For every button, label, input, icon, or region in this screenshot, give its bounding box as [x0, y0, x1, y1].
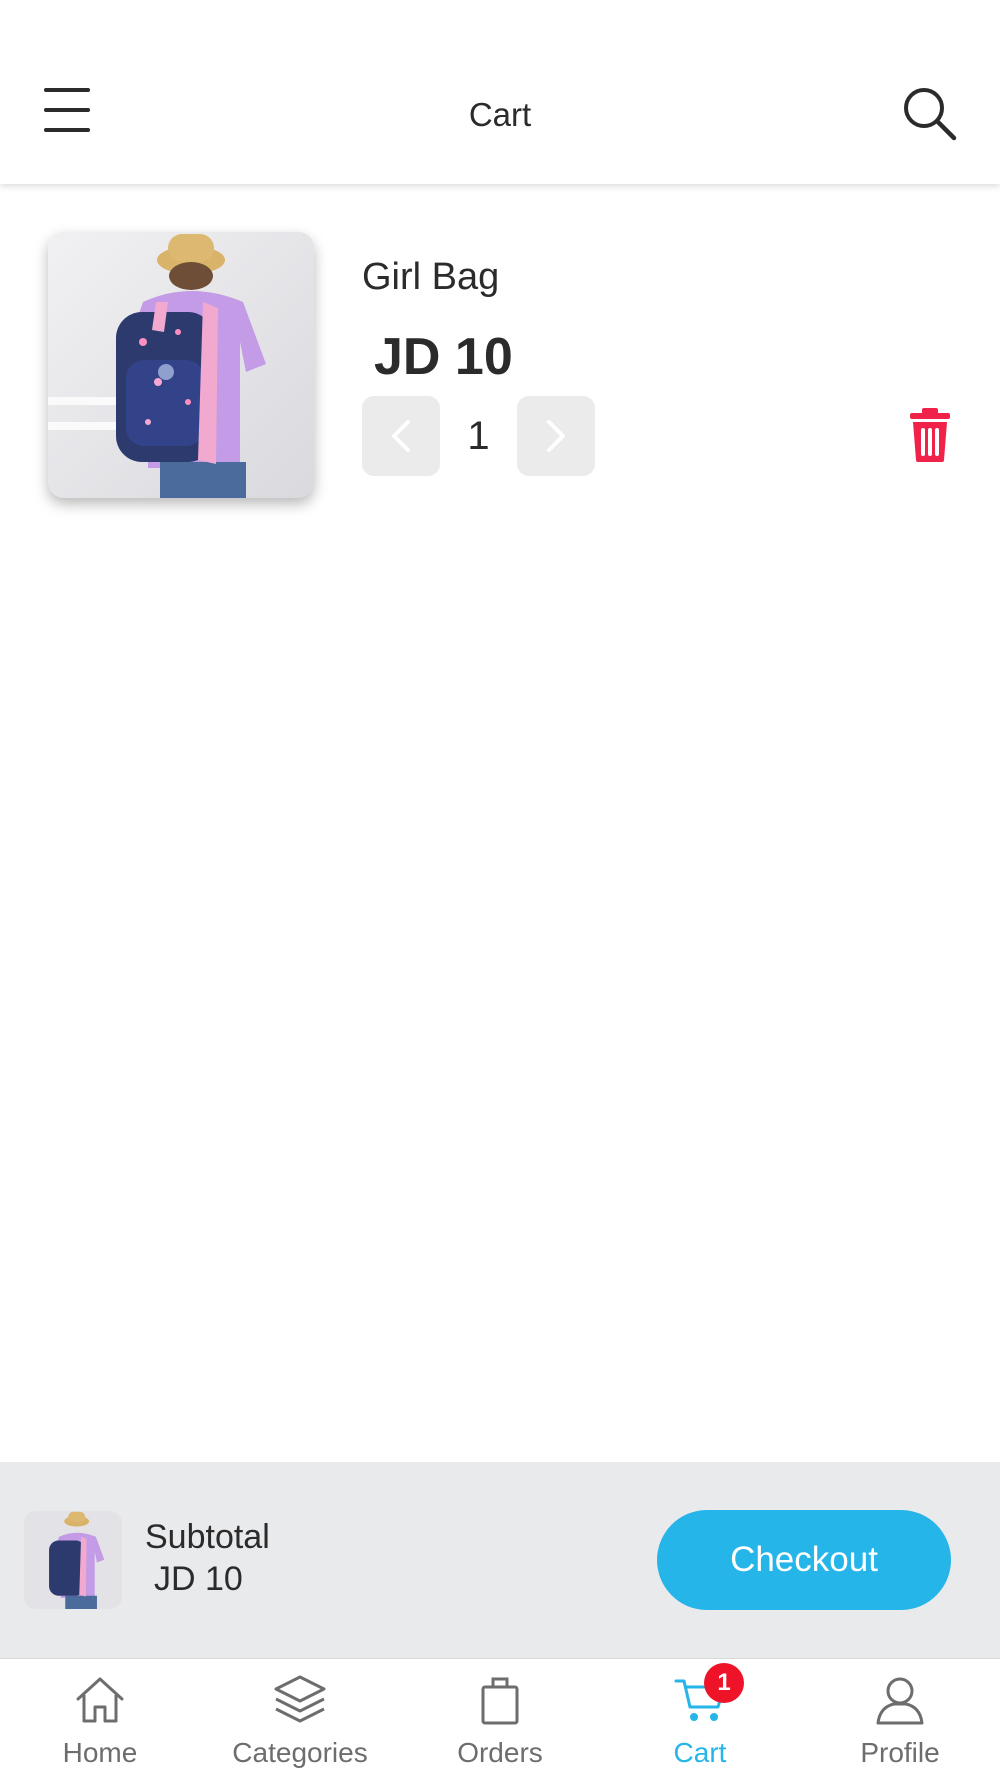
nav-label-home: Home	[62, 1737, 138, 1768]
shopping-bag-icon	[481, 1677, 519, 1725]
search-button[interactable]	[900, 84, 960, 144]
top-app-bar: Cart	[0, 0, 1000, 184]
delete-item-button[interactable]	[904, 404, 956, 464]
nav-label-categories: Categories	[232, 1737, 368, 1768]
nav-label-profile: Profile	[860, 1737, 940, 1768]
cart-count-badge: 1	[704, 1663, 744, 1703]
bottom-navigation: Home Categories Orders 1 Cart Profile	[0, 1658, 1000, 1778]
nav-label-orders: Orders	[457, 1737, 543, 1768]
user-icon	[876, 1677, 924, 1725]
nav-item-categories[interactable]: Categories	[200, 1659, 400, 1778]
home-icon	[76, 1677, 124, 1723]
product-name: Girl Bag	[362, 256, 500, 298]
page-title: Cart	[468, 96, 532, 133]
nav-item-profile[interactable]: Profile	[800, 1659, 1000, 1778]
chevron-left-icon	[392, 420, 410, 452]
decrease-quantity-button[interactable]	[362, 396, 440, 476]
nav-item-orders[interactable]: Orders	[400, 1659, 600, 1778]
cart-item: Girl Bag JD 10 1	[0, 184, 1000, 524]
layers-icon	[274, 1675, 326, 1723]
chevron-right-icon	[547, 420, 565, 452]
product-image[interactable]	[48, 232, 314, 498]
nav-item-home[interactable]: Home	[0, 1659, 200, 1778]
nav-item-cart[interactable]: 1 Cart	[600, 1659, 800, 1778]
nav-label-cart: Cart	[673, 1737, 727, 1768]
subtotal-value: JD 10	[154, 1560, 243, 1598]
summary-product-thumbnail	[24, 1511, 122, 1609]
product-price: JD 10	[374, 328, 513, 386]
cart-screen: Cart Girl Bag JD 10 1 Subtotal JD 10 Che…	[0, 0, 1000, 1778]
checkout-summary-bar: Subtotal JD 10 Checkout	[0, 1462, 1000, 1658]
checkout-button[interactable]: Checkout	[657, 1510, 951, 1610]
quantity-value: 1	[467, 414, 490, 458]
search-icon	[904, 88, 957, 141]
increase-quantity-button[interactable]	[517, 396, 595, 476]
subtotal-label: Subtotal	[145, 1518, 270, 1556]
trash-icon	[910, 408, 950, 462]
